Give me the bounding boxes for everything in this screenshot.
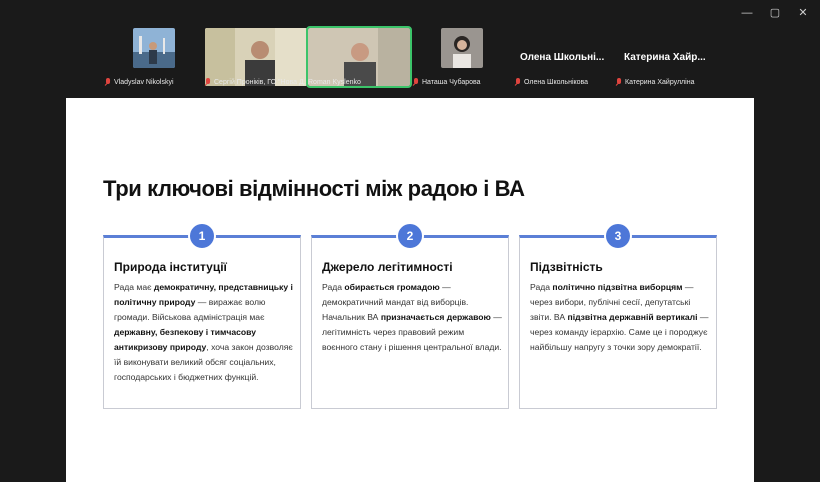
window-controls: — ▢ ✕ [738,6,812,20]
participant-video [133,28,175,68]
restore-icon[interactable]: ▢ [766,6,784,20]
participant-display-name: Олена Школьні... [520,52,605,63]
participant-thumbnail [441,28,483,68]
participant-display-name: Катерина Хайр... [624,52,706,63]
body-text: Рада має [114,282,154,292]
video-call-window: — ▢ ✕ Vladyslav Nikolskyi Сергій Пронікі… [0,0,820,482]
card-number-badge: 2 [396,222,424,250]
minimize-icon[interactable]: — [738,6,756,20]
muted-mic-icon [205,78,211,86]
participant-name: Vladyslav Nikolskyi [114,78,174,86]
muted-mic-icon [105,78,111,86]
participant-name: Наташа Чубарова [422,78,481,86]
participant-name-tag: Наташа Чубарова [413,78,481,86]
participant-thumbnail [308,28,410,86]
participant-tile[interactable]: Катерина Хайр... Катерина Хайрулліна [616,28,716,88]
card-title: Джерело легітимності [322,260,453,274]
muted-mic-icon [515,78,521,86]
participant-tile[interactable]: Олена Школьні... Олена Школьнікова [515,28,615,88]
card-body: Рада обирається громадою — демократичний… [322,280,502,355]
participant-video [441,28,483,68]
emphasis-text: підзвітна державній вертикалі [567,312,698,322]
participant-tile[interactable]: Сергій Проніків, ГО "Нова Д... [205,28,310,88]
participant-tile[interactable]: Roman Kyslenko [306,26,412,88]
shared-screen-slide: Три ключові відмінності між радою і ВА 1… [66,98,754,482]
difference-card: 2 Джерело легітимності Рада обирається г… [311,222,509,409]
muted-mic-icon [616,78,622,86]
participant-name: Катерина Хайрулліна [625,78,695,86]
participant-name-tag: Олена Школьнікова [515,78,588,86]
participant-name-tag: Roman Kyslenko [308,79,361,86]
participant-name-tag: Vladyslav Nikolskyi [105,78,174,86]
participant-video-active [306,26,412,88]
emphasis-text: обирається громадою [344,282,440,292]
card-body: Рада має демократичну, представницьку і … [114,280,294,385]
emphasis-text: політично підзвітна виборцям [552,282,683,292]
difference-card: 1 Природа інституції Рада має демократич… [103,222,301,409]
participant-tile[interactable]: Vladyslav Nikolskyi [105,28,185,88]
slide-title: Три ключові відмінності між радою і ВА [103,176,525,201]
close-icon[interactable]: ✕ [794,6,812,20]
card-number-badge: 3 [604,222,632,250]
body-text: Рада [530,282,553,292]
muted-mic-icon [413,78,419,86]
participant-tile[interactable]: Наташа Чубарова [413,28,493,88]
participant-name-tag: Катерина Хайрулліна [616,78,694,86]
participant-name-tag: Сергій Проніків, ГО "Нова Д... [205,78,310,86]
participant-thumbnail [133,28,175,68]
body-text: Рада [322,282,345,292]
participant-name: Сергій Проніків, ГО "Нова Д... [214,78,310,86]
participant-name: Олена Школьнікова [524,78,589,86]
card-title: Природа інституції [114,260,227,274]
participant-strip: Vladyslav Nikolskyi Сергій Проніків, ГО … [0,26,820,90]
card-body: Рада політично підзвітна виборцям — чере… [530,280,710,355]
difference-card: 3 Підзвітність Рада політично підзвітна … [519,222,717,409]
card-title: Підзвітність [530,260,603,274]
card-number-badge: 1 [188,222,216,250]
participant-name: Roman Kyslenko [308,79,361,86]
emphasis-text: призначається державою [380,312,491,322]
